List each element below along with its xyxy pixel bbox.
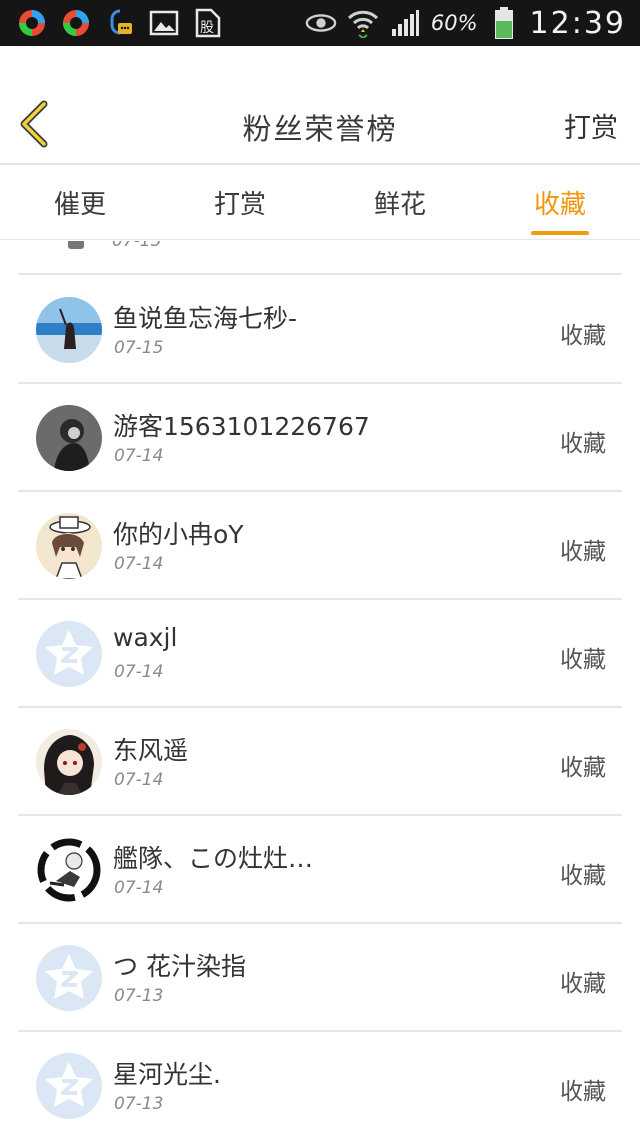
tab-favorites[interactable]: 收藏 — [480, 165, 640, 239]
list-item[interactable]: 东风遥 07-14 收藏 — [18, 708, 622, 816]
list-item-date: 07-13 — [114, 1094, 164, 1114]
list-item[interactable]: 艦隊、この灶灶… 07-14 收藏 — [18, 816, 622, 924]
tab-bar: 催更 打赏 鲜花 收藏 — [0, 165, 640, 240]
list-item-action: 收藏 — [560, 431, 606, 457]
list-item-name: waxjl — [113, 623, 178, 652]
list-item-name: 星河光尘. — [113, 1060, 221, 1089]
list-item-date: 07-15 — [112, 241, 162, 251]
wifi-icon — [347, 8, 379, 38]
tab-label: 催更 — [53, 189, 106, 220]
qq-default-avatar-icon — [36, 945, 102, 1011]
list-item[interactable]: つ 花汁染指 07-13 收藏 — [18, 924, 622, 1032]
image-icon — [148, 8, 180, 38]
tab-label: 鲜花 — [373, 189, 426, 220]
tab-active-indicator — [531, 231, 589, 235]
fan-list[interactable]: 07-15 鱼说鱼忘海七秒- 07-15 收藏 游客1563101226767 … — [0, 241, 640, 1138]
avatar — [68, 241, 84, 249]
list-item[interactable]: 鱼说鱼忘海七秒- 07-15 收藏 — [18, 276, 622, 384]
qq-default-avatar-icon — [36, 1053, 102, 1119]
list-item-date: 07-14 — [114, 446, 164, 466]
signal-icon — [389, 8, 421, 38]
list-item[interactable]: 游客1563101226767 07-14 收藏 — [18, 384, 622, 492]
list-item-date: 07-14 — [114, 878, 164, 898]
status-bar: 股 60% 12:39 — [0, 0, 640, 46]
list-item-name: 东风遥 — [113, 736, 189, 765]
list-item-action: 收藏 — [560, 755, 606, 781]
svg-text:股: 股 — [200, 20, 214, 36]
title-bar: 粉丝荣誉榜 打赏 — [0, 46, 640, 164]
list-item[interactable]: waxjl 07-14 收藏 — [18, 600, 622, 708]
list-item-action: 收藏 — [560, 971, 606, 997]
list-item-action: 收藏 — [560, 1079, 606, 1105]
reward-button[interactable]: 打赏 — [564, 106, 618, 145]
list-item-date: 07-15 — [114, 338, 164, 358]
list-item-action: 收藏 — [560, 647, 606, 673]
list-item-action: 收藏 — [560, 323, 606, 349]
tab-label: 打赏 — [213, 189, 266, 220]
list-item-date: 07-14 — [114, 554, 164, 574]
list-item[interactable]: 07-15 — [18, 241, 622, 275]
list-item[interactable]: 星河光尘. 07-13 收藏 — [18, 1032, 622, 1138]
list-item-action: 收藏 — [560, 539, 606, 565]
avatar — [36, 513, 102, 579]
tab-flowers[interactable]: 鲜花 — [320, 165, 480, 239]
battery-percent: 60% — [430, 11, 478, 35]
list-item-name: 游客1563101226767 — [113, 412, 370, 441]
tab-label: 收藏 — [533, 189, 586, 220]
list-item-name: 艦隊、この灶灶… — [113, 844, 314, 873]
list-item-name: 你的小冉oY — [113, 520, 244, 549]
list-item-date: 07-14 — [114, 770, 164, 790]
battery-icon — [488, 7, 520, 39]
clock: 12:39 — [529, 5, 626, 41]
avatar — [36, 837, 102, 903]
app-icon-2 — [60, 8, 92, 38]
list-item-action: 收藏 — [560, 863, 606, 889]
list-item-date: 07-13 — [114, 986, 164, 1006]
qq-default-avatar-icon — [36, 621, 102, 687]
list-item[interactable]: 你的小冉oY 07-14 收藏 — [18, 492, 622, 600]
avatar — [36, 297, 102, 363]
avatar — [36, 729, 102, 795]
list-item-date: 07-14 — [114, 662, 164, 682]
list-item-name: つ 花汁染指 — [113, 952, 246, 981]
app-icon-1 — [16, 8, 48, 38]
stock-icon: 股 — [192, 8, 224, 38]
tab-urge[interactable]: 催更 — [0, 165, 160, 239]
page-title: 粉丝荣誉榜 — [242, 112, 398, 146]
tab-reward[interactable]: 打赏 — [160, 165, 320, 239]
qq-message-icon — [104, 8, 136, 38]
eye-icon — [305, 8, 337, 38]
avatar — [36, 405, 102, 471]
list-item-name: 鱼说鱼忘海七秒- — [113, 304, 298, 333]
